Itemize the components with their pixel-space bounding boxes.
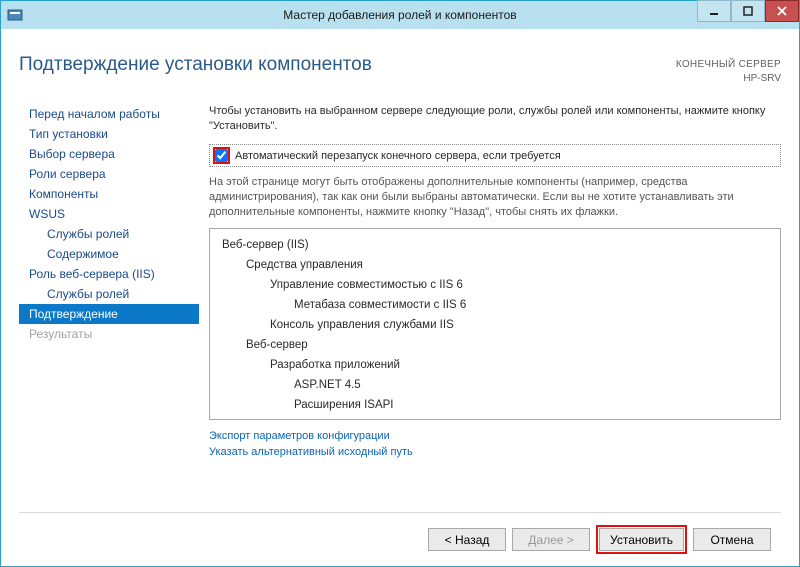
description-text: Чтобы установить на выбранном сервере сл… bbox=[209, 104, 781, 134]
wizard-header: Подтверждение установки компонентов КОНЕ… bbox=[19, 29, 781, 104]
tree-node: Веб-сервер bbox=[218, 335, 772, 355]
nav-item[interactable]: Компоненты bbox=[19, 184, 199, 204]
wizard-window: Мастер добавления ролей и компонентов По… bbox=[0, 0, 800, 567]
nav-item[interactable]: Тип установки bbox=[19, 124, 199, 144]
app-icon bbox=[7, 7, 23, 23]
window-controls bbox=[697, 1, 799, 29]
nav-item[interactable]: Службы ролей bbox=[19, 284, 199, 304]
note-text: На этой странице могут быть отображены д… bbox=[209, 175, 781, 220]
close-button[interactable] bbox=[765, 0, 799, 22]
titlebar: Мастер добавления ролей и компонентов bbox=[1, 1, 799, 29]
tree-node: Средства управления bbox=[218, 255, 772, 275]
links-area: Экспорт параметров конфигурации Указать … bbox=[209, 420, 781, 460]
wizard-footer: < Назад Далее > Установить Отмена bbox=[19, 512, 781, 566]
destination-server-label: КОНЕЧНЫЙ СЕРВЕР bbox=[676, 58, 781, 72]
nav-item[interactable]: Содержимое bbox=[19, 244, 199, 264]
auto-restart-checkbox[interactable] bbox=[215, 149, 228, 162]
nav-item[interactable]: Подтверждение bbox=[19, 304, 199, 324]
nav-item[interactable]: Роль веб-сервера (IIS) bbox=[19, 264, 199, 284]
tree-node: Разработка приложений bbox=[218, 355, 772, 375]
next-button[interactable]: Далее > bbox=[512, 528, 590, 551]
destination-server-box: КОНЕЧНЫЙ СЕРВЕР HP-SRV bbox=[676, 54, 781, 86]
tree-node: Метабаза совместимости с IIS 6 bbox=[218, 295, 772, 315]
page-title: Подтверждение установки компонентов bbox=[19, 54, 372, 76]
content-pane: Чтобы установить на выбранном сервере сл… bbox=[199, 104, 781, 502]
back-button[interactable]: < Назад bbox=[428, 528, 506, 551]
nav-item[interactable]: Службы ролей bbox=[19, 224, 199, 244]
install-button-highlight: Установить bbox=[596, 525, 687, 554]
auto-restart-label: Автоматический перезапуск конечного серв… bbox=[235, 150, 561, 162]
tree-node: Расширения ISAPI bbox=[218, 395, 772, 415]
components-tree[interactable]: Веб-сервер (IIS)Средства управленияУправ… bbox=[209, 228, 781, 420]
minimize-button[interactable] bbox=[697, 0, 731, 22]
alt-source-path-link[interactable]: Указать альтернативный исходный путь bbox=[209, 444, 781, 460]
install-button[interactable]: Установить bbox=[599, 528, 684, 551]
nav-item[interactable]: WSUS bbox=[19, 204, 199, 224]
tree-node: Управление совместимостью с IIS 6 bbox=[218, 275, 772, 295]
nav-item[interactable]: Выбор сервера bbox=[19, 144, 199, 164]
cancel-button[interactable]: Отмена bbox=[693, 528, 771, 551]
nav-item[interactable]: Роли сервера bbox=[19, 164, 199, 184]
wizard-nav: Перед началом работыТип установкиВыбор с… bbox=[19, 104, 199, 502]
maximize-button[interactable] bbox=[731, 0, 765, 22]
window-title: Мастер добавления ролей и компонентов bbox=[1, 8, 799, 22]
tree-node: Веб-сервер (IIS) bbox=[218, 235, 772, 255]
nav-item[interactable]: Перед началом работы bbox=[19, 104, 199, 124]
export-config-link[interactable]: Экспорт параметров конфигурации bbox=[209, 428, 781, 444]
restart-option-row: Автоматический перезапуск конечного серв… bbox=[209, 144, 781, 167]
nav-item: Результаты bbox=[19, 324, 199, 344]
wizard-body: Подтверждение установки компонентов КОНЕ… bbox=[1, 29, 799, 566]
destination-server-value: HP-SRV bbox=[676, 72, 781, 86]
tree-node: ASP.NET 4.5 bbox=[218, 375, 772, 395]
tree-node: Консоль управления службами IIS bbox=[218, 315, 772, 335]
main-area: Перед началом работыТип установкиВыбор с… bbox=[19, 104, 781, 502]
checkbox-highlight bbox=[213, 147, 230, 164]
